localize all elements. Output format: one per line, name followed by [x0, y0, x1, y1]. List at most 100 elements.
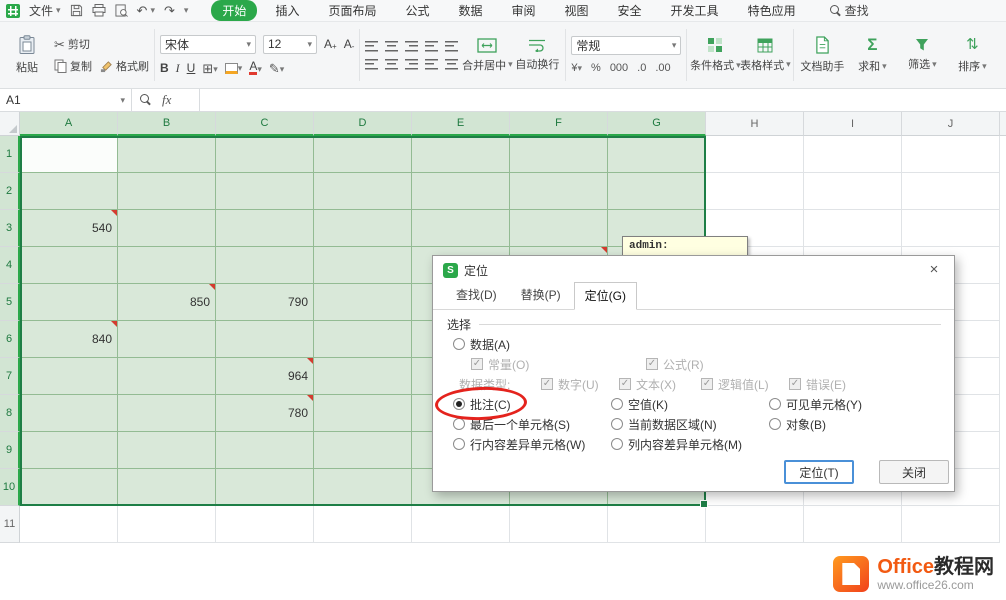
row-header-5[interactable]: 5	[0, 284, 20, 321]
row-header-1[interactable]: 1	[0, 136, 20, 173]
bold-button[interactable]: B	[160, 61, 169, 75]
option-col-diff[interactable]: 列内容差异单元格(M)	[611, 436, 742, 452]
cell-G11[interactable]	[608, 506, 706, 543]
cell-C11[interactable]	[216, 506, 314, 543]
tab-view[interactable]: 视图	[554, 0, 600, 21]
cell-I11[interactable]	[804, 506, 902, 543]
cell-A11[interactable]	[20, 506, 118, 543]
cell-B11[interactable]	[118, 506, 216, 543]
merge-center-button[interactable]: 合并居中▾	[464, 27, 510, 83]
close-button[interactable]: 关闭	[879, 460, 949, 484]
cell-E3[interactable]	[412, 210, 510, 247]
cell-F3[interactable]	[510, 210, 608, 247]
cell-F1[interactable]	[510, 136, 608, 173]
wps-app-icon[interactable]	[6, 4, 20, 18]
cell-B4[interactable]	[118, 247, 216, 284]
cell-E2[interactable]	[412, 173, 510, 210]
cell-I3[interactable]	[804, 210, 902, 247]
row-header-8[interactable]: 8	[0, 395, 20, 432]
sum-button[interactable]: Σ 求和▾	[849, 27, 895, 83]
cell-B2[interactable]	[118, 173, 216, 210]
cell-D3[interactable]	[314, 210, 412, 247]
cell-B7[interactable]	[118, 358, 216, 395]
cell-E1[interactable]	[412, 136, 510, 173]
italic-button[interactable]: I	[176, 61, 180, 76]
cell-E11[interactable]	[412, 506, 510, 543]
cell-B9[interactable]	[118, 432, 216, 469]
option-data[interactable]: 数据(A)	[453, 336, 510, 352]
conditional-format-button[interactable]: 条件格式▾	[692, 27, 738, 83]
cell-H1[interactable]	[706, 136, 804, 173]
cell-J3[interactable]	[902, 210, 1000, 247]
cell-H11[interactable]	[706, 506, 804, 543]
cell-B5[interactable]: 850	[118, 284, 216, 321]
cell-H2[interactable]	[706, 173, 804, 210]
option-last-cell[interactable]: 最后一个单元格(S)	[453, 416, 570, 432]
underline-button[interactable]: U	[187, 61, 196, 75]
zoom-icon[interactable]	[140, 94, 152, 106]
justify-button[interactable]	[425, 59, 438, 70]
cell-A7[interactable]	[20, 358, 118, 395]
filter-button[interactable]: 筛选▾	[899, 27, 945, 83]
tab-page-layout[interactable]: 页面布局	[317, 0, 387, 21]
column-header-I[interactable]: I	[804, 112, 902, 136]
dialog-tab-replace[interactable]: 替换(P)	[510, 281, 572, 309]
print-preview-button[interactable]	[115, 4, 128, 17]
font-color-button[interactable]: A▾	[249, 61, 262, 75]
copy-button[interactable]: 复制	[54, 58, 92, 74]
cell-C9[interactable]	[216, 432, 314, 469]
option-blanks[interactable]: 空值(K)	[611, 396, 668, 412]
paste-button[interactable]: 粘贴	[4, 27, 50, 83]
goto-confirm-button[interactable]: 定位(T)	[784, 460, 854, 484]
cell-A5[interactable]	[20, 284, 118, 321]
option-current-region[interactable]: 当前数据区域(N)	[611, 416, 717, 432]
dialog-tab-goto[interactable]: 定位(G)	[574, 282, 637, 310]
cell-J1[interactable]	[902, 136, 1000, 173]
undo-button[interactable]: ↶▾	[137, 4, 155, 17]
save-button[interactable]	[70, 4, 83, 17]
font-name-select[interactable]: 宋体 ▾	[160, 35, 256, 54]
wrap-text-button[interactable]: 自动换行	[514, 27, 560, 83]
doc-assistant-button[interactable]: 文档助手	[799, 27, 845, 83]
column-header-H[interactable]: H	[706, 112, 804, 136]
cell-A6[interactable]: 840	[20, 321, 118, 358]
redo-button[interactable]: ↷	[164, 4, 175, 17]
row-header-11[interactable]: 11	[0, 506, 20, 543]
cell-J2[interactable]	[902, 173, 1000, 210]
dialog-titlebar[interactable]: S 定位 ×	[433, 256, 954, 284]
cell-I2[interactable]	[804, 173, 902, 210]
tab-home[interactable]: 开始	[211, 0, 257, 21]
row-header-2[interactable]: 2	[0, 173, 20, 210]
increase-decimal-button[interactable]: .0	[637, 62, 646, 74]
cell-C4[interactable]	[216, 247, 314, 284]
cell-D1[interactable]	[314, 136, 412, 173]
row-header-10[interactable]: 10	[0, 469, 20, 506]
percent-format-button[interactable]: %	[591, 62, 601, 74]
currency-format-button[interactable]: ¥▾	[571, 62, 582, 74]
decrease-font-size-button[interactable]: A-	[344, 37, 355, 51]
radio-current-region[interactable]	[611, 418, 623, 430]
cell-B1[interactable]	[118, 136, 216, 173]
find-button[interactable]: 查找	[830, 2, 869, 19]
row-header-6[interactable]: 6	[0, 321, 20, 358]
option-visible-cells[interactable]: 可见单元格(Y)	[769, 396, 862, 412]
format-painter-button[interactable]: 格式刷	[100, 58, 149, 74]
column-header-J[interactable]: J	[902, 112, 1000, 136]
cell-A1[interactable]	[20, 136, 118, 173]
cell-C7[interactable]: 964	[216, 358, 314, 395]
align-center-button[interactable]	[385, 59, 398, 70]
column-header-A[interactable]: A	[20, 112, 118, 136]
cell-A2[interactable]	[20, 173, 118, 210]
cell-C3[interactable]	[216, 210, 314, 247]
radio-col-diff[interactable]	[611, 438, 623, 450]
cell-D2[interactable]	[314, 173, 412, 210]
cell-C2[interactable]	[216, 173, 314, 210]
cell-G1[interactable]	[608, 136, 706, 173]
cell-B10[interactable]	[118, 469, 216, 506]
cell-B8[interactable]	[118, 395, 216, 432]
radio-row-diff[interactable]	[453, 438, 465, 450]
align-bottom-button[interactable]	[405, 41, 418, 52]
cell-C5[interactable]: 790	[216, 284, 314, 321]
cell-D5[interactable]	[314, 284, 412, 321]
file-menu[interactable]: 文件 ▾	[29, 2, 61, 19]
